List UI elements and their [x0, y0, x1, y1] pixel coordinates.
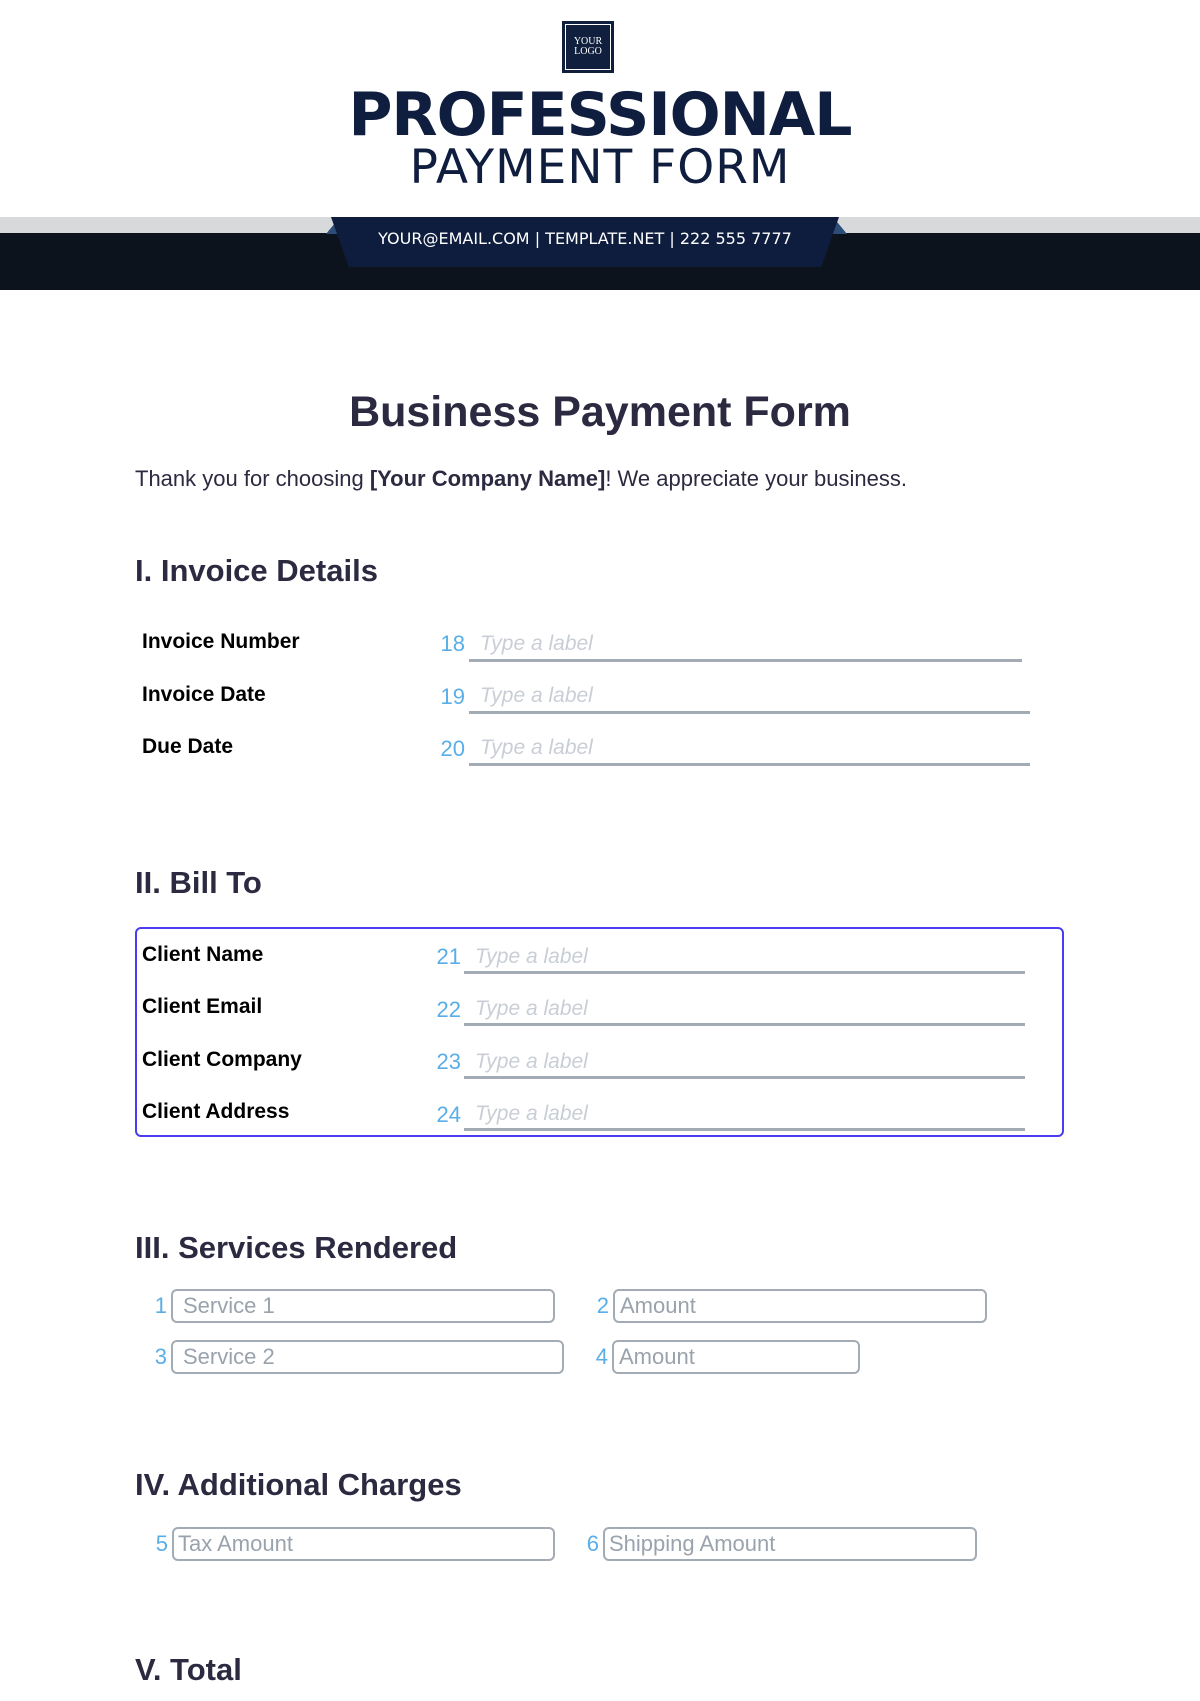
field-number-23: 23: [436, 1049, 461, 1074]
due-date-underline: [469, 763, 1030, 766]
client-email-placeholder: Type a label: [475, 997, 588, 1020]
client-address-placeholder: Type a label: [475, 1102, 588, 1125]
section-heading-total: V. Total: [135, 1652, 242, 1687]
invoice-number-placeholder: Type a label: [480, 632, 593, 655]
field-number-1: 1: [154, 1293, 167, 1318]
contact-banner: YOUR@EMAIL.COM | TEMPLATE.NET | 222 555 …: [331, 217, 839, 267]
field-number-20: 20: [440, 736, 465, 761]
label-due-date: Due Date: [142, 735, 234, 758]
invoice-number-underline: [469, 659, 1022, 662]
field-number-22: 22: [436, 997, 461, 1022]
document-title: Business Payment Form: [349, 388, 851, 436]
due-date-input[interactable]: Type a label: [469, 729, 1030, 767]
shipping-amount-placeholder: Shipping Amount: [609, 1531, 776, 1556]
intro-text: Thank you for choosing [Your Company Nam…: [135, 465, 907, 493]
field-number-3: 3: [154, 1344, 167, 1369]
amount-1-placeholder: Amount: [620, 1293, 696, 1318]
field-number-24: 24: [436, 1102, 461, 1127]
intro-text-start: Thank you for choosing: [135, 466, 370, 491]
client-address-input[interactable]: Type a label: [464, 1095, 1025, 1133]
client-name-placeholder: Type a label: [475, 945, 588, 968]
field-number-4: 4: [595, 1344, 608, 1369]
intro-text-end: ! We appreciate your business.: [605, 466, 907, 491]
due-date-placeholder: Type a label: [480, 736, 593, 759]
client-company-input[interactable]: Type a label: [464, 1043, 1025, 1081]
field-number-19: 19: [440, 684, 465, 709]
field-number-21: 21: [436, 944, 461, 969]
field-number-5: 5: [155, 1531, 168, 1556]
service-1-placeholder: Service 1: [183, 1293, 275, 1318]
client-email-underline: [464, 1023, 1025, 1026]
section-heading-bill-to: II. Bill To: [135, 865, 262, 900]
section-heading-services: III. Services Rendered: [135, 1230, 458, 1265]
invoice-date-input[interactable]: Type a label: [469, 677, 1030, 715]
client-email-input[interactable]: Type a label: [464, 990, 1025, 1028]
field-number-6: 6: [586, 1531, 599, 1556]
invoice-date-underline: [469, 711, 1030, 714]
service-1-input[interactable]: Service 1: [171, 1289, 555, 1323]
invoice-date-placeholder: Type a label: [480, 684, 593, 707]
label-invoice-date: Invoice Date: [142, 683, 266, 706]
logo-frame: YOUR LOGO: [565, 24, 611, 70]
section-heading-invoice-details: I. Invoice Details: [135, 553, 378, 588]
company-logo: YOUR LOGO: [562, 21, 614, 73]
amount-2-placeholder: Amount: [619, 1344, 695, 1369]
client-name-underline: [464, 971, 1025, 974]
amount-1-input[interactable]: Amount: [613, 1289, 987, 1323]
shipping-amount-input[interactable]: Shipping Amount: [603, 1527, 977, 1561]
field-number-18: 18: [440, 631, 465, 656]
brand-subtitle: PAYMENT FORM: [409, 140, 791, 195]
label-client-name: Client Name: [142, 943, 264, 966]
tax-amount-input[interactable]: Tax Amount: [172, 1527, 555, 1561]
client-company-placeholder: Type a label: [475, 1050, 588, 1073]
contact-info: YOUR@EMAIL.COM | TEMPLATE.NET | 222 555 …: [378, 228, 792, 248]
brand-title: PROFESSIONAL: [348, 80, 852, 150]
label-client-company: Client Company: [142, 1048, 302, 1071]
logo-text-line2: LOGO: [574, 46, 602, 57]
invoice-number-input[interactable]: Type a label: [469, 625, 1022, 663]
amount-2-input[interactable]: Amount: [612, 1340, 860, 1374]
service-2-placeholder: Service 2: [183, 1344, 275, 1369]
label-client-address: Client Address: [142, 1100, 290, 1123]
service-2-input[interactable]: Service 2: [171, 1340, 564, 1374]
field-number-2: 2: [596, 1293, 609, 1318]
label-client-email: Client Email: [142, 995, 263, 1018]
client-company-underline: [464, 1076, 1025, 1079]
company-name-placeholder: [Your Company Name]: [369, 466, 606, 491]
section-heading-additional-charges: IV. Additional Charges: [135, 1467, 462, 1502]
client-address-underline: [464, 1128, 1025, 1131]
label-invoice-number: Invoice Number: [142, 630, 300, 653]
tax-amount-placeholder: Tax Amount: [178, 1531, 293, 1556]
client-name-input[interactable]: Type a label: [464, 938, 1025, 976]
